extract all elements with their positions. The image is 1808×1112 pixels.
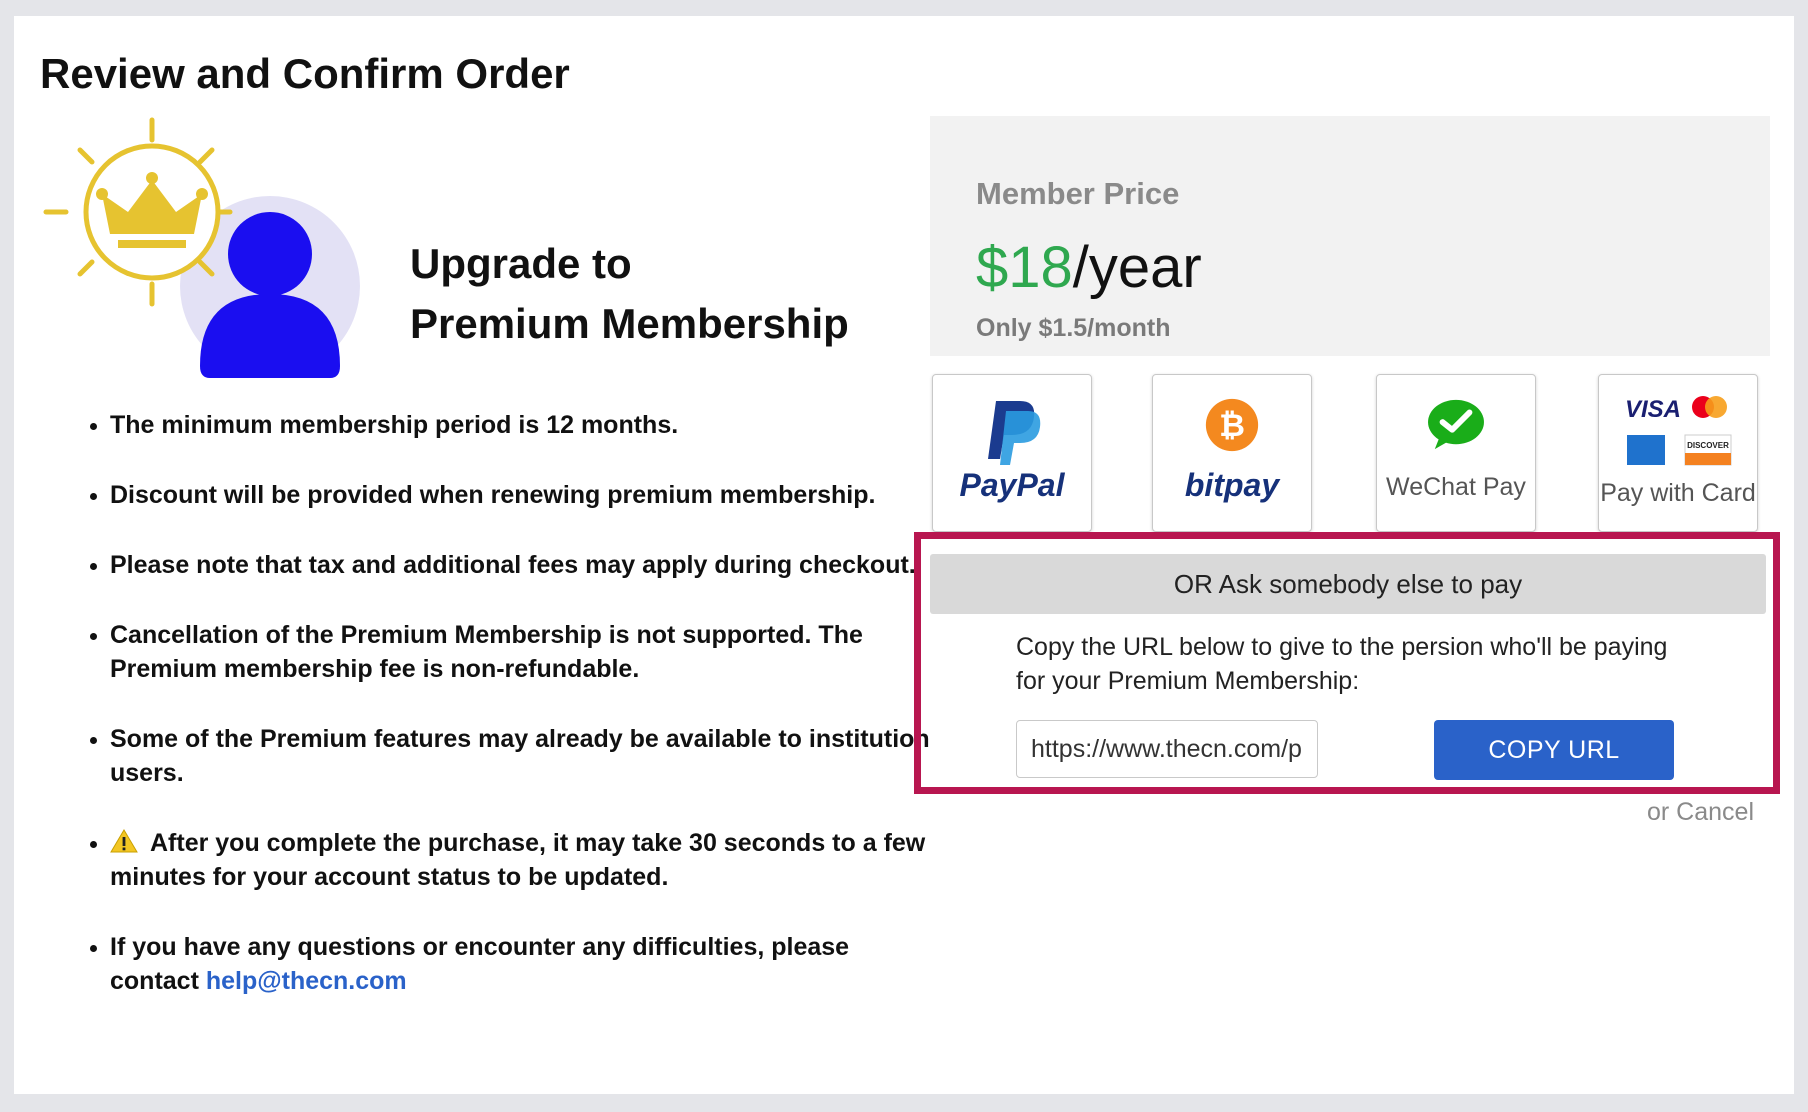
term-text: After you complete the purchase, it may … [110, 829, 926, 891]
wechat-pay-button[interactable]: WeChat Pay [1376, 374, 1536, 532]
card-pay-button[interactable]: VISA DISCOVER Pay with Card [1598, 374, 1758, 532]
price-main: $18/year [976, 234, 1202, 301]
hero-title-line1: Upgrade to [410, 240, 632, 287]
ask-other-header: OR Ask somebody else to pay [930, 554, 1766, 614]
term-text: Discount will be provided when renewing … [110, 481, 876, 509]
list-item: If you have any questions or encounter a… [110, 930, 930, 998]
page-title: Review and Confirm Order [40, 50, 570, 97]
price-period: /year [1072, 235, 1202, 300]
list-item: Cancellation of the Premium Membership i… [110, 618, 930, 686]
cancel-link[interactable]: or Cancel [1647, 798, 1754, 827]
premium-avatar-crown-icon [43, 117, 360, 378]
term-text: Some of the Premium features may already… [110, 725, 930, 787]
wechat-icon [1428, 399, 1484, 450]
payment-method-label: WeChat Pay [1386, 473, 1526, 501]
warning-icon [110, 829, 138, 853]
term-text: The minimum membership period is 12 mont… [110, 411, 679, 439]
paypal-button[interactable]: PayPal [932, 374, 1092, 532]
price-label: Member Price [976, 176, 1180, 211]
price-monthly: Only $1.5/month [976, 314, 1171, 342]
payment-url-field[interactable] [1016, 720, 1318, 778]
list-item: Discount will be provided when renewing … [110, 478, 930, 512]
copy-url-button[interactable]: COPY URL [1434, 720, 1674, 780]
svg-text:VISA: VISA [1625, 396, 1681, 423]
list-item: Please note that tax and additional fees… [110, 548, 930, 582]
term-text: Please note that tax and additional fees… [110, 551, 916, 579]
paypal-icon [988, 401, 1041, 465]
bitcoin-icon: ₿ [1205, 398, 1259, 452]
list-item: After you complete the purchase, it may … [110, 826, 930, 894]
list-item: Some of the Premium features may already… [110, 722, 930, 790]
payment-method-label: bitpay [1184, 467, 1280, 503]
bitpay-button[interactable]: ₿ bitpay [1152, 374, 1312, 532]
card-brands-icon: VISA DISCOVER [1625, 396, 1732, 466]
hero: Upgrade to Premium Membership [40, 116, 880, 406]
terms-list: The minimum membership period is 12 mont… [82, 408, 930, 1034]
contact-email-link[interactable]: help@thecn.com [206, 967, 407, 995]
ask-other-description: Copy the URL below to give to the persio… [1016, 633, 1668, 695]
payment-method-label: PayPal [959, 467, 1065, 503]
svg-text:₿: ₿ [1219, 407, 1245, 443]
hero-title-line2: Premium Membership [410, 300, 849, 347]
list-item: The minimum membership period is 12 mont… [110, 408, 930, 442]
price-amount: $18 [976, 235, 1073, 300]
svg-text:DISCOVER: DISCOVER [1687, 441, 1729, 450]
payment-method-label: Pay with Card [1600, 479, 1756, 507]
order-card: Review and Confirm Order Upgrade to Prem… [14, 16, 1794, 1094]
term-text: Cancellation of the Premium Membership i… [110, 621, 863, 683]
hero-title: Upgrade to Premium Membership [410, 234, 849, 354]
price-panel: Member Price $18/year Only $1.5/month [930, 116, 1770, 356]
